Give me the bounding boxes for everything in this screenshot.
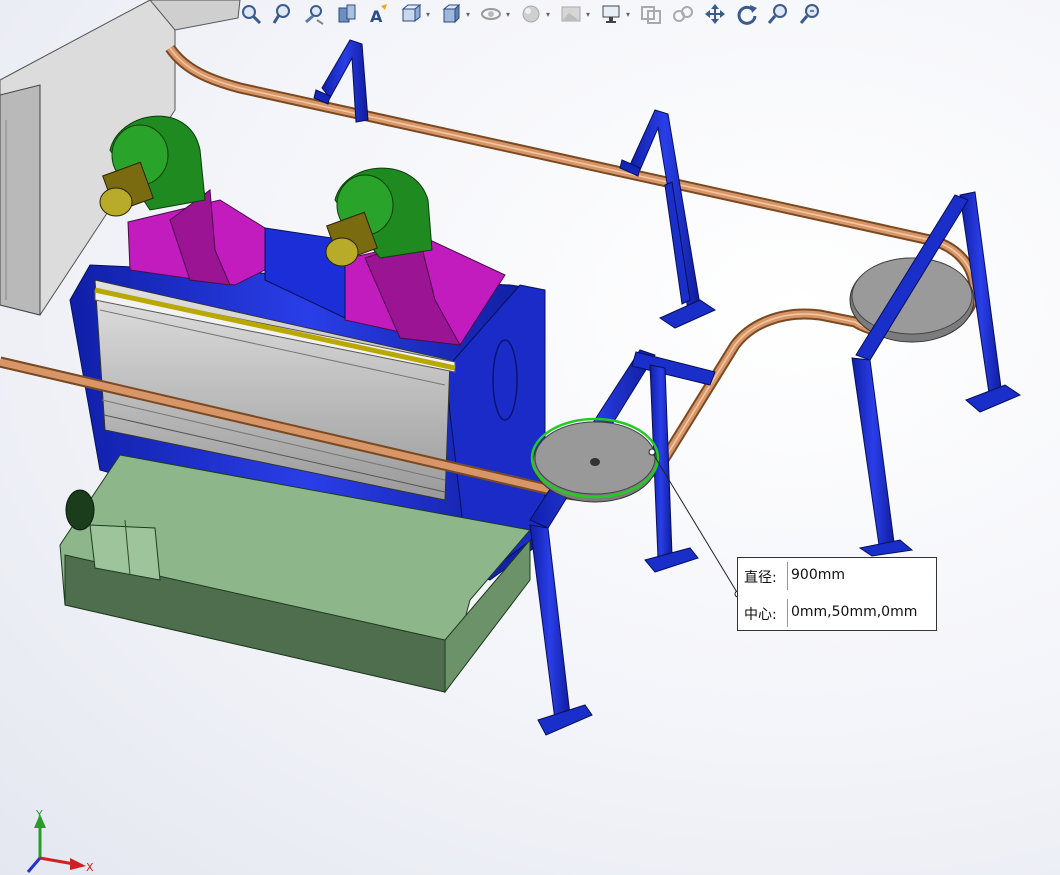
apply-scene-button[interactable] — [556, 1, 586, 27]
pan-icon — [705, 4, 725, 24]
diameter-label: 直径: — [744, 570, 777, 586]
reference-triad: Y X — [26, 808, 94, 874]
zoom-to-area-button[interactable] — [268, 1, 298, 27]
dropdown-arrow-icon[interactable]: ▾ — [504, 10, 512, 19]
pan-button[interactable] — [700, 1, 730, 27]
center-label: 中心: — [744, 607, 777, 623]
view-orientation-icon — [401, 3, 422, 23]
screen-capture-button[interactable] — [636, 1, 666, 27]
hide-show-items-icon — [481, 8, 501, 20]
center-value: 0mm,50mm,0mm — [791, 604, 918, 620]
section-view-button[interactable] — [332, 1, 362, 27]
edit-appearance-button[interactable] — [516, 1, 546, 27]
view-orientation-button[interactable] — [396, 1, 426, 27]
zoom-to-fit-button[interactable] — [236, 1, 266, 27]
zoom-area-icon — [799, 4, 819, 24]
link-button[interactable] — [668, 1, 698, 27]
diameter-value: 900mm — [791, 567, 845, 583]
svg-text:A: A — [370, 7, 383, 26]
rotate-icon — [737, 5, 757, 25]
display-style-icon — [442, 3, 461, 24]
support-stand-front[interactable] — [529, 349, 716, 736]
zoom-to-area-icon — [272, 4, 290, 24]
measure-callout[interactable]: 直径: 900mm 中心: 0mm,50mm,0mm — [737, 557, 937, 631]
support-stand-3[interactable] — [851, 191, 1022, 557]
link-icon — [673, 6, 693, 22]
section-view-icon — [338, 4, 356, 23]
selected-turn-wheel[interactable] — [530, 417, 660, 503]
dropdown-arrow-icon[interactable]: ▾ — [544, 10, 552, 19]
rotate-button[interactable] — [732, 1, 762, 27]
callout-divider — [787, 599, 788, 627]
screen-capture-icon — [641, 6, 661, 24]
heads-up-view-toolbar: A ▾ ▾ ▾ ▾ ▾ ▾ — [236, 0, 826, 28]
edit-appearance-icon — [522, 5, 540, 23]
apply-scene-icon — [561, 6, 581, 22]
support-stand-2[interactable] — [619, 109, 717, 329]
callout-divider — [787, 562, 788, 590]
blower-fan-right[interactable] — [325, 167, 433, 267]
dropdown-arrow-icon[interactable]: ▾ — [424, 10, 432, 19]
display-style-button[interactable] — [436, 1, 466, 27]
previous-view-icon — [305, 5, 324, 25]
view-settings-button[interactable] — [596, 1, 626, 27]
zoom-area-button[interactable] — [796, 1, 826, 27]
x-axis-arrow-icon — [70, 858, 86, 870]
dynamic-annotation-button[interactable]: A — [364, 1, 394, 27]
zoom-to-fit-icon — [242, 5, 262, 25]
view-settings-icon — [602, 5, 620, 23]
dynamic-annotation-icon: A — [370, 4, 387, 26]
y-axis-label: Y — [35, 808, 43, 821]
zoom-in-out-icon — [767, 4, 787, 24]
graphics-viewport[interactable]: A ▾ ▾ ▾ ▾ ▾ ▾ 直径: 900mm 中心: 0mm,50mm,0mm Y X — [0, 0, 1060, 875]
dropdown-arrow-icon[interactable]: ▾ — [464, 10, 472, 19]
cad-model-scene[interactable] — [0, 0, 1060, 875]
dropdown-arrow-icon[interactable]: ▾ — [584, 10, 592, 19]
zoom-in-out-button[interactable] — [764, 1, 794, 27]
previous-view-button[interactable] — [300, 1, 330, 27]
dropdown-arrow-icon[interactable]: ▾ — [624, 10, 632, 19]
hide-show-items-button[interactable] — [476, 1, 506, 27]
x-axis-label: X — [86, 861, 94, 874]
